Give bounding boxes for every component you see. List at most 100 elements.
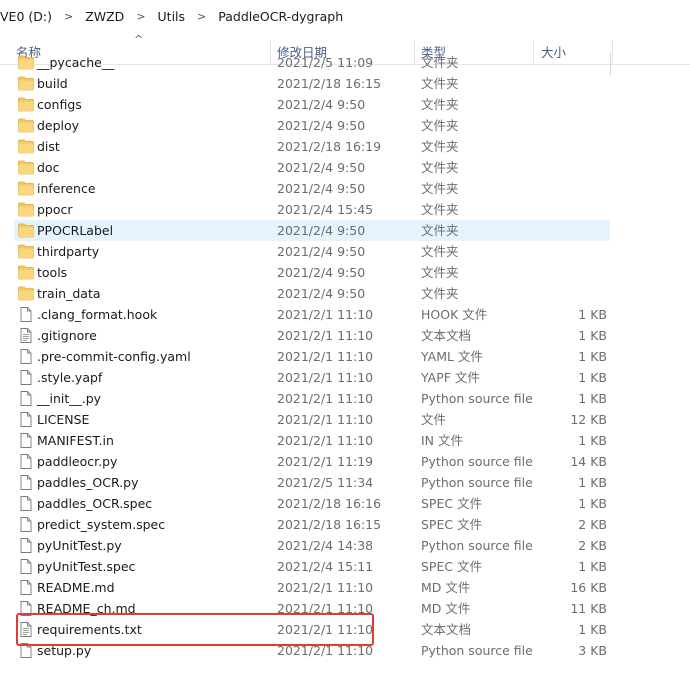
file-icon — [18, 580, 34, 595]
file-date: 2021/2/4 9:50 — [277, 223, 366, 238]
file-icon — [18, 496, 34, 511]
file-row[interactable]: configs 2021/2/4 9:50 文件夹 — [14, 94, 610, 115]
file-name: .clang_format.hook — [37, 307, 158, 322]
chevron-right-icon[interactable]: > — [56, 10, 81, 23]
file-date: 2021/2/18 16:16 — [277, 496, 382, 511]
file-size: 1 KB — [578, 622, 607, 637]
folder-icon — [18, 55, 34, 70]
file-icon — [18, 454, 34, 469]
folder-icon — [18, 223, 34, 238]
file-type: 文件 — [421, 412, 447, 427]
file-size: 1 KB — [578, 328, 607, 343]
file-row[interactable]: .gitignore 2021/2/1 11:10 文本文档 1 KB — [14, 325, 610, 346]
file-icon — [18, 412, 34, 427]
file-date: 2021/2/18 16:15 — [277, 517, 382, 532]
file-name: requirements.txt — [37, 622, 142, 637]
file-list: __pycache__ 2021/2/5 11:09 文件夹 build 2021/2/… — [0, 52, 690, 675]
file-row[interactable]: PPOCRLabel 2021/2/4 9:50 文件夹 — [14, 220, 610, 241]
file-row[interactable]: LICENSE 2021/2/1 11:10 文件 12 KB — [14, 409, 610, 430]
file-type: 文件夹 — [421, 265, 459, 280]
breadcrumb-drive[interactable]: VE0 (D:) — [0, 9, 56, 24]
file-row[interactable]: pyUnitTest.spec 2021/2/4 15:11 SPEC 文件 1 KB — [14, 556, 610, 577]
file-row[interactable]: predict_system.spec 2021/2/18 16:15 SPEC 文… — [14, 514, 610, 535]
file-type: 文本文档 — [421, 328, 472, 343]
file-row[interactable]: README.md 2021/2/1 11:10 MD 文件 16 KB — [14, 577, 610, 598]
file-row[interactable]: __init__.py 2021/2/1 11:10 Python source f… — [14, 388, 610, 409]
file-row[interactable]: inference 2021/2/4 9:50 文件夹 — [14, 178, 610, 199]
file-type: 文件夹 — [421, 286, 459, 301]
file-type: 文件夹 — [421, 223, 459, 238]
file-size: 14 KB — [570, 454, 607, 469]
file-type: 文件夹 — [421, 97, 459, 112]
file-date: 2021/2/4 9:50 — [277, 160, 366, 175]
file-type: MD 文件 — [421, 580, 471, 595]
breadcrumb: VE0 (D:) > ZWZD > Utils > PaddleOCR-dygr… — [0, 0, 690, 32]
file-date: 2021/2/1 11:19 — [277, 454, 374, 469]
file-date: 2021/2/5 11:09 — [277, 55, 374, 70]
file-row[interactable]: dist 2021/2/18 16:19 文件夹 — [14, 136, 610, 157]
file-type: Python source file — [421, 538, 533, 553]
file-icon — [18, 433, 34, 448]
file-row[interactable]: paddles_OCR.py 2021/2/5 11:34 Python sourc… — [14, 472, 610, 493]
file-row[interactable]: tools 2021/2/4 9:50 文件夹 — [14, 262, 610, 283]
file-row[interactable]: README_ch.md 2021/2/1 11:10 MD 文件 11 KB — [14, 598, 610, 619]
file-type: MD 文件 — [421, 601, 471, 616]
folder-icon — [18, 181, 34, 196]
file-size: 1 KB — [578, 475, 607, 490]
file-name: train_data — [37, 286, 101, 301]
chevron-right-icon[interactable]: > — [189, 10, 214, 23]
file-type: SPEC 文件 — [421, 496, 483, 511]
file-icon — [18, 601, 34, 616]
file-row[interactable]: paddleocr.py 2021/2/1 11:19 Python source … — [14, 451, 610, 472]
file-row[interactable]: .clang_format.hook 2021/2/1 11:10 HOOK 文件 1… — [14, 304, 610, 325]
file-type: Python source file — [421, 643, 533, 658]
file-icon — [18, 391, 34, 406]
file-size: 1 KB — [578, 370, 607, 385]
file-row[interactable]: paddles_OCR.spec 2021/2/18 16:16 SPEC 文件 1 … — [14, 493, 610, 514]
file-row[interactable]: MANIFEST.in 2021/2/1 11:10 IN 文件 1 KB — [14, 430, 610, 451]
folder-icon — [18, 265, 34, 280]
file-row[interactable]: pyUnitTest.py 2021/2/4 14:38 Python source… — [14, 535, 610, 556]
breadcrumb-zwzd[interactable]: ZWZD — [81, 9, 128, 24]
file-row[interactable]: .style.yapf 2021/2/1 11:10 YAPF 文件 1 KB — [14, 367, 610, 388]
file-icon — [18, 307, 34, 322]
file-type: 文件夹 — [421, 139, 459, 154]
folder-icon — [18, 118, 34, 133]
file-size: 1 KB — [578, 559, 607, 574]
file-row[interactable]: setup.py 2021/2/1 11:10 Python source file… — [14, 640, 610, 661]
file-row[interactable]: build 2021/2/18 16:15 文件夹 — [14, 73, 610, 94]
file-row[interactable]: requirements.txt 2021/2/1 11:10 文本文档 1 KB — [14, 619, 610, 640]
file-name: .gitignore — [37, 328, 97, 343]
file-icon — [18, 559, 34, 574]
file-row[interactable]: doc 2021/2/4 9:50 文件夹 — [14, 157, 610, 178]
file-row[interactable]: __pycache__ 2021/2/5 11:09 文件夹 — [14, 52, 610, 73]
file-row[interactable]: train_data 2021/2/4 9:50 文件夹 — [14, 283, 610, 304]
file-date: 2021/2/5 11:34 — [277, 475, 374, 490]
file-date: 2021/2/18 16:19 — [277, 139, 382, 154]
folder-icon — [18, 139, 34, 154]
file-row[interactable]: .pre-commit-config.yaml 2021/2/1 11:10 YAM… — [14, 346, 610, 367]
file-date: 2021/2/4 9:50 — [277, 118, 366, 133]
file-name: dist — [37, 139, 60, 154]
file-type: 文本文档 — [421, 622, 472, 637]
file-size: 1 KB — [578, 496, 607, 511]
chevron-right-icon[interactable]: > — [128, 10, 153, 23]
breadcrumb-current-folder[interactable]: PaddleOCR-dygraph — [214, 9, 347, 24]
file-type: SPEC 文件 — [421, 559, 483, 574]
file-row[interactable]: thirdparty 2021/2/4 9:50 文件夹 — [14, 241, 610, 262]
file-row[interactable]: deploy 2021/2/4 9:50 文件夹 — [14, 115, 610, 136]
file-name: doc — [37, 160, 60, 175]
file-type: Python source file — [421, 475, 533, 490]
file-name: thirdparty — [37, 244, 100, 259]
file-name: .style.yapf — [37, 370, 103, 385]
file-name: predict_system.spec — [37, 517, 166, 532]
file-name: LICENSE — [37, 412, 90, 427]
file-name: paddleocr.py — [37, 454, 118, 469]
breadcrumb-utils[interactable]: Utils — [154, 9, 190, 24]
folder-icon — [18, 160, 34, 175]
file-type: Python source file — [421, 454, 533, 469]
file-name: MANIFEST.in — [37, 433, 114, 448]
file-size: 12 KB — [570, 412, 607, 427]
file-row[interactable]: ppocr 2021/2/4 15:45 文件夹 — [14, 199, 610, 220]
file-size: 1 KB — [578, 391, 607, 406]
